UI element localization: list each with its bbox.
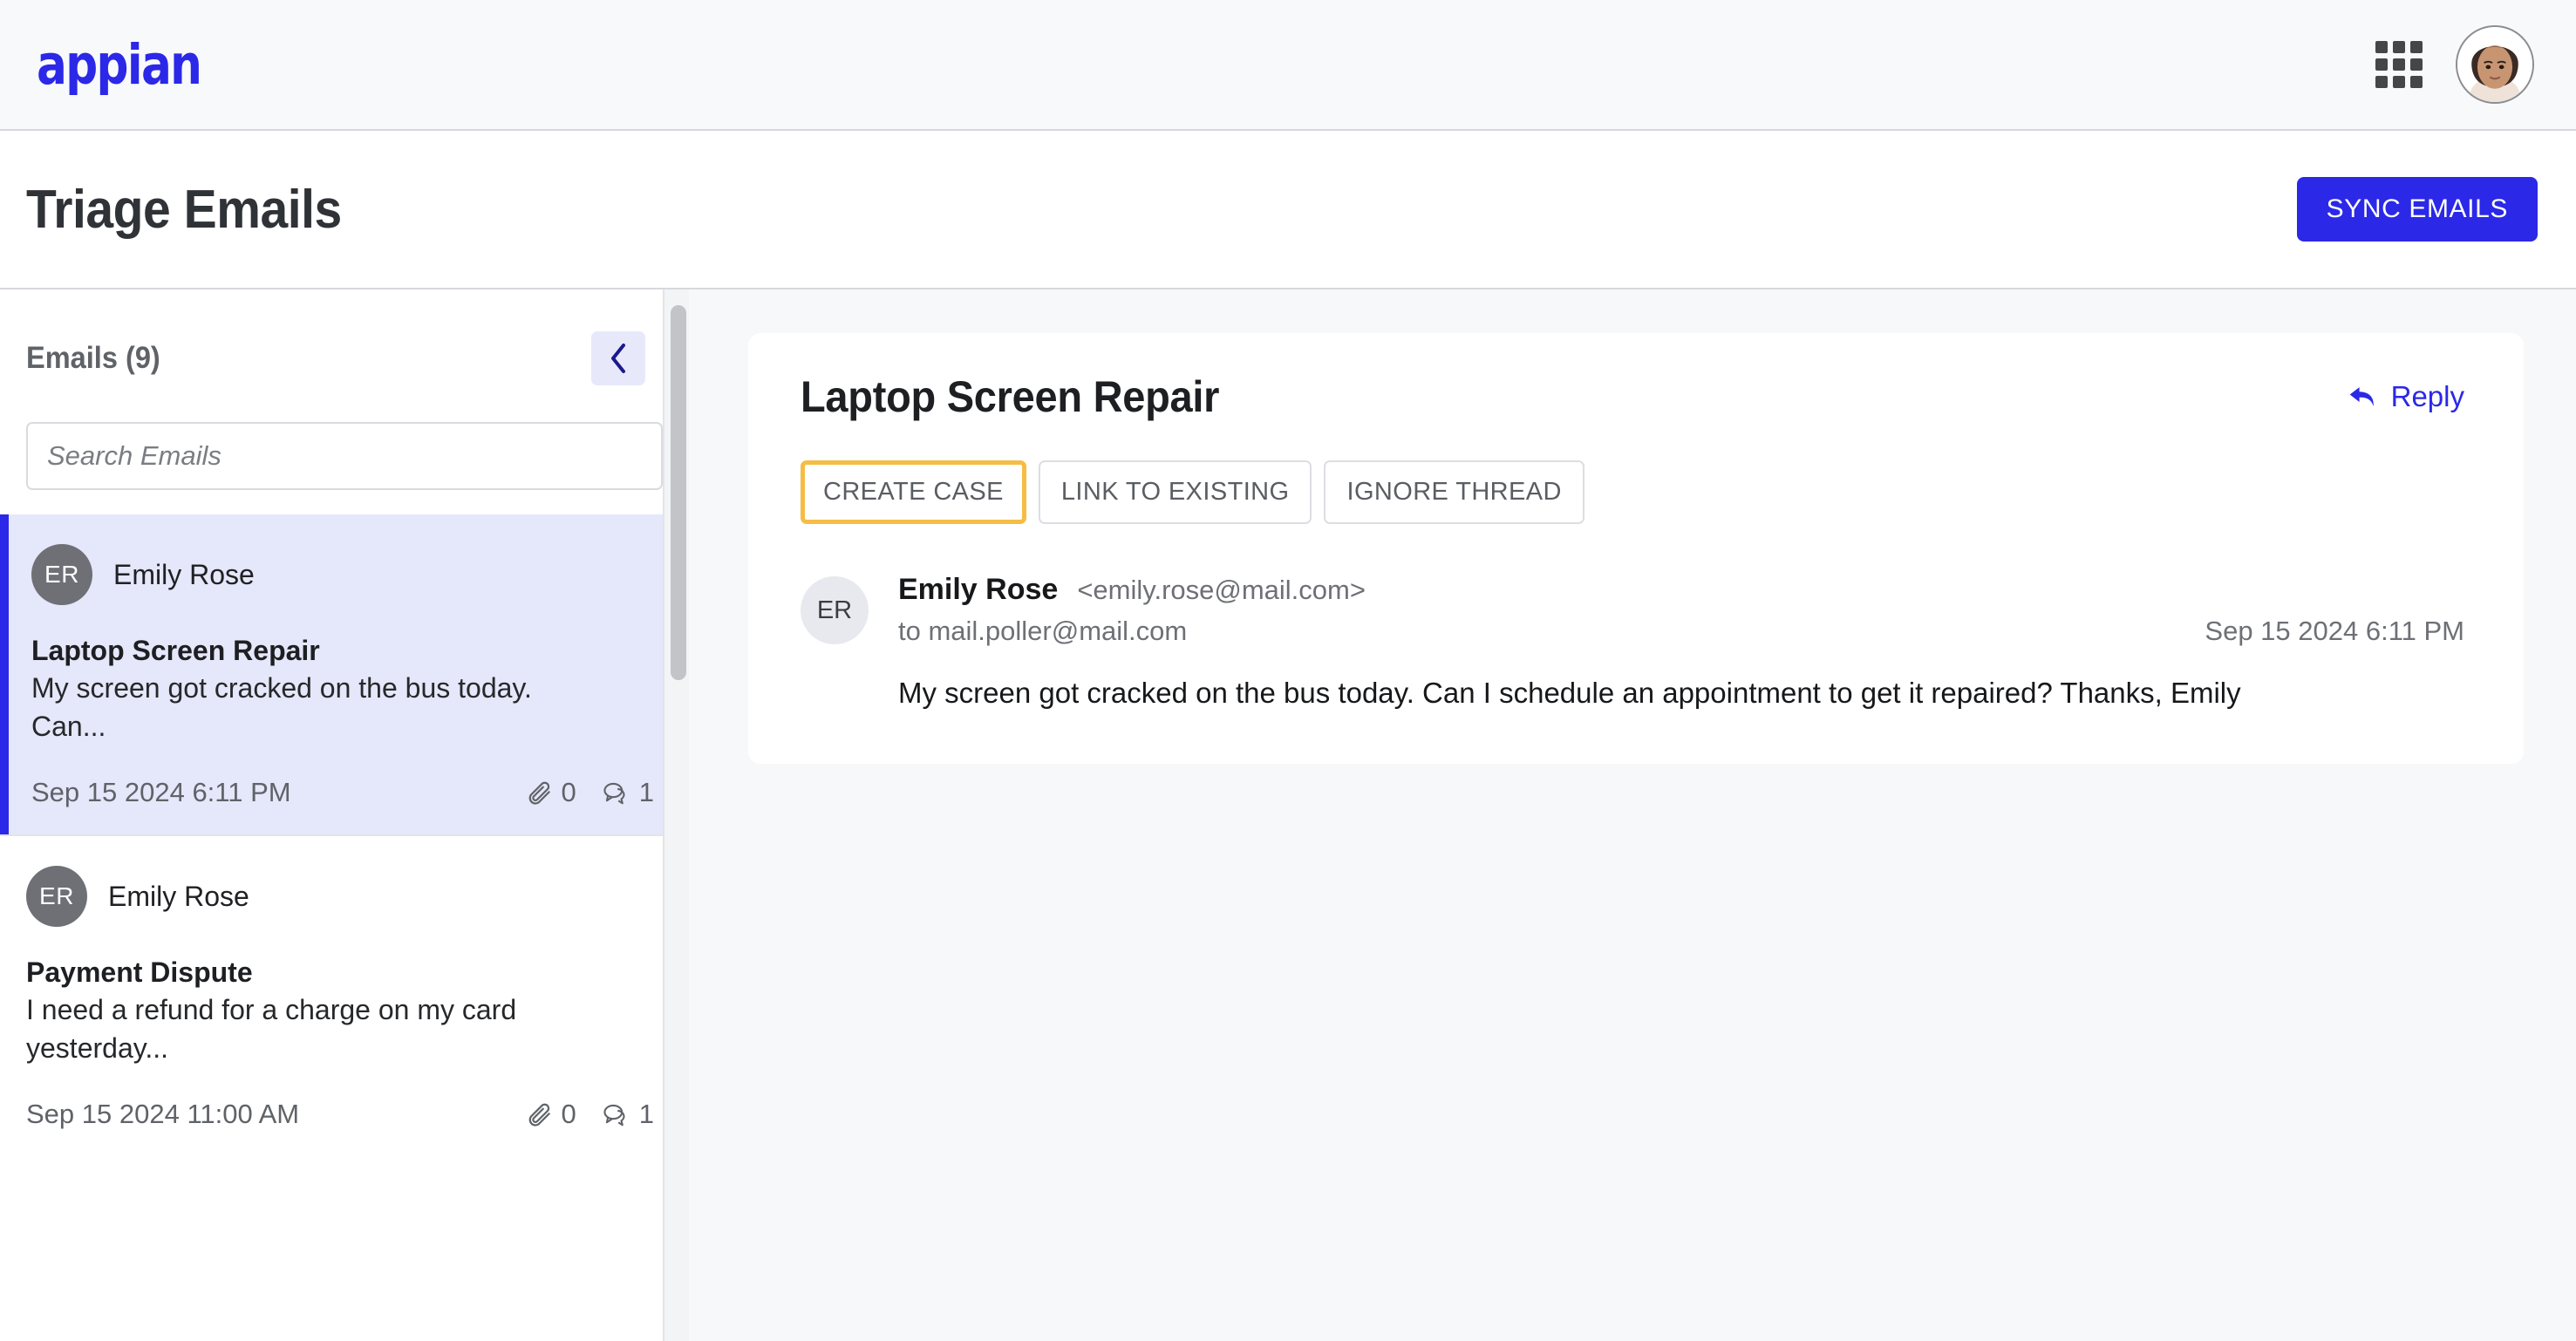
email-detail-card: Laptop Screen Repair Reply CREATE CASE L… (748, 333, 2524, 765)
email-date: Sep 15 2024 6:11 PM (31, 777, 291, 808)
grid-cell (2375, 41, 2388, 53)
message-to: to mail.poller@mail.com (898, 616, 1188, 646)
appian-logo[interactable]: appian (37, 37, 202, 92)
sender-name: Emily Rose (108, 880, 249, 912)
scrollbar-thumb[interactable] (671, 305, 686, 680)
grid-cell (2410, 58, 2423, 71)
comments-icon (603, 779, 630, 806)
comment-count-value: 1 (638, 777, 654, 808)
sync-emails-button[interactable]: SYNC EMAILS (2296, 177, 2538, 242)
card-sender-row: ER Emily Rose (26, 866, 663, 928)
page-title-bar: Triage Emails SYNC EMAILS (0, 131, 2576, 289)
email-list-item[interactable]: ER Emily Rose Payment Dispute I need a r… (0, 834, 689, 1156)
grid-cell (2393, 76, 2405, 88)
email-preview: My screen got cracked on the bus today. … (31, 672, 532, 742)
grid-cell (2410, 76, 2423, 88)
attachment-count-value: 0 (561, 1099, 576, 1130)
email-preview: I need a refund for a charge on my card … (26, 994, 517, 1064)
top-brand-bar: appian (0, 0, 2576, 131)
grid-cell (2393, 41, 2405, 53)
card-sender-row: ER Emily Rose (31, 544, 663, 605)
detail-subject: Laptop Screen Repair (801, 372, 1220, 421)
reply-button[interactable]: Reply (2348, 380, 2471, 413)
email-detail-panel: Laptop Screen Repair Reply CREATE CASE L… (689, 289, 2576, 1341)
emails-count-label: Emails (9) (26, 341, 160, 375)
content-area: Emails (9) ER Emily Rose Laptop Screen R… (0, 289, 2576, 1341)
action-buttons: CREATE CASE LINK TO EXISTING IGNORE THRE… (801, 460, 2471, 524)
message-body: Emily Rose <emily.rose@mail.com> to mail… (898, 573, 2471, 713)
message-text: My screen got cracked on the bus today. … (898, 677, 2241, 709)
grid-apps-icon[interactable] (2375, 41, 2423, 88)
ignore-thread-button[interactable]: IGNORE THREAD (1324, 460, 1584, 524)
avatar-initials: ER (31, 544, 92, 605)
message-to-row: to mail.poller@mail.com Sep 15 2024 6:11… (898, 616, 2471, 647)
grid-cell (2393, 58, 2405, 71)
email-list-sidebar: Emails (9) ER Emily Rose Laptop Screen R… (0, 289, 689, 1341)
collapse-sidebar-button[interactable] (591, 331, 645, 385)
comments-icon (603, 1101, 630, 1127)
comment-count-value: 1 (638, 1099, 654, 1130)
email-subject: Laptop Screen Repair (31, 635, 320, 666)
email-message: ER Emily Rose <emily.rose@mail.com> to m… (801, 573, 2471, 713)
page-title: Triage Emails (26, 179, 342, 240)
topbar-actions (2375, 0, 2534, 129)
email-list-scrollbar[interactable] (663, 289, 689, 1341)
link-to-existing-button[interactable]: LINK TO EXISTING (1038, 460, 1312, 524)
comment-count: 1 (603, 1099, 654, 1130)
card-counters: 0 1 (527, 777, 654, 808)
grid-cell (2375, 58, 2388, 71)
card-counters: 0 1 (527, 1099, 654, 1130)
sidebar-header: Emails (9) (26, 289, 663, 385)
card-meta-row: Sep 15 2024 11:00 AM 0 1 (26, 1099, 663, 1130)
user-avatar[interactable] (2456, 25, 2534, 104)
grid-cell (2375, 76, 2388, 88)
paperclip-icon (527, 1101, 553, 1127)
email-list-item-selected[interactable]: ER Emily Rose Laptop Screen Repair My sc… (0, 514, 689, 835)
sender-name: Emily Rose (113, 558, 255, 590)
message-avatar: ER (801, 576, 869, 644)
attachment-count: 0 (527, 777, 576, 808)
email-subject: Payment Dispute (26, 956, 253, 989)
grid-cell (2410, 41, 2423, 53)
detail-header: Laptop Screen Repair Reply (801, 371, 2471, 422)
message-from-email: <emily.rose@mail.com> (1077, 575, 1366, 605)
attachment-count: 0 (527, 1099, 576, 1130)
avatar-initials: ER (26, 866, 87, 928)
create-case-button[interactable]: CREATE CASE (801, 460, 1026, 524)
message-from-row: Emily Rose <emily.rose@mail.com> (898, 573, 2471, 607)
reply-arrow-icon (2348, 384, 2377, 410)
message-date: Sep 15 2024 6:11 PM (2205, 616, 2464, 646)
reply-label: Reply (2390, 380, 2464, 412)
chevron-left-icon (609, 343, 628, 374)
email-date: Sep 15 2024 11:00 AM (26, 1099, 300, 1130)
paperclip-icon (527, 779, 553, 806)
card-meta-row: Sep 15 2024 6:11 PM 0 1 (31, 777, 663, 808)
email-list: ER Emily Rose Laptop Screen Repair My sc… (0, 514, 689, 1156)
comment-count: 1 (603, 777, 654, 808)
attachment-count-value: 0 (561, 777, 576, 808)
search-input[interactable] (26, 422, 663, 490)
message-from-name: Emily Rose (898, 573, 1059, 606)
